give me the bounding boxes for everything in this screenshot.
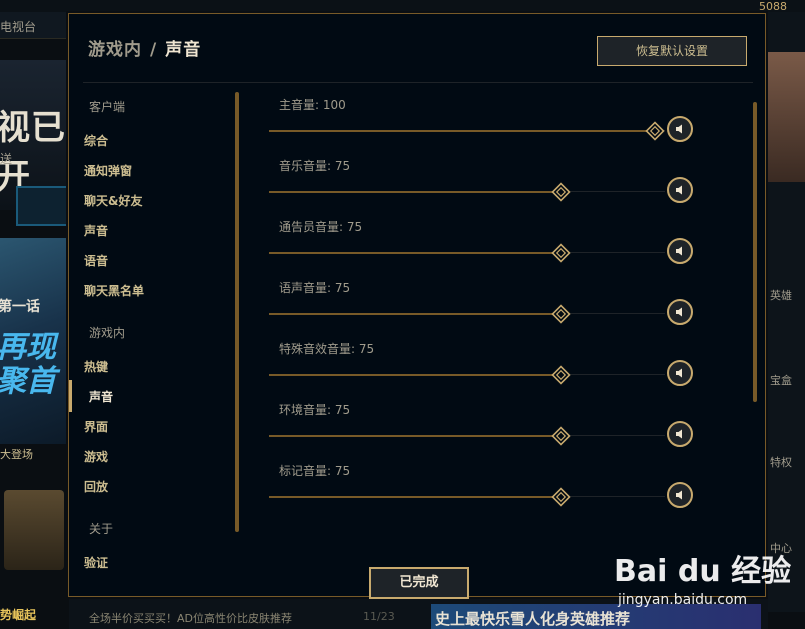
sidebar-item-interface[interactable]: 界面 [84, 418, 108, 435]
slider-thumb[interactable] [551, 243, 571, 263]
news-page: 11/23 [363, 610, 395, 623]
slider-thumb[interactable] [551, 365, 571, 385]
content-scrollbar[interactable] [753, 102, 757, 402]
promo-line-1: 第一话 [0, 299, 40, 315]
sidebar-active-indicator [69, 380, 72, 412]
sidebar-item-verify[interactable]: 验证 [84, 554, 108, 571]
done-button[interactable]: 已完成 [369, 567, 469, 599]
volume-row: 语声音量: 75 [269, 279, 699, 329]
slider-fill [269, 191, 561, 193]
sidebar-item-hotkeys[interactable]: 热键 [84, 358, 108, 375]
promo-caption: 大登场 [0, 448, 33, 461]
volume-label: 音乐音量: 75 [279, 159, 351, 173]
sidebar-scrollbar[interactable] [235, 92, 239, 532]
client-right-panel: 英雄 宝盒 特权 中心 [768, 12, 805, 612]
volume-row: 环境音量: 75 [269, 401, 699, 451]
settings-sidebar: 客户端 综合 通知弹窗 聊天&好友 声音 语音 聊天黑名单 游戏内 热键 声音 … [69, 92, 244, 570]
speaker-icon[interactable] [667, 299, 693, 325]
right-label-chest[interactable]: 宝盒 [770, 372, 792, 388]
speaker-icon[interactable] [667, 482, 693, 508]
right-label-perks[interactable]: 特权 [770, 454, 792, 470]
sidebar-item-chat-friends[interactable]: 聊天&好友 [84, 192, 142, 209]
slider-thumb[interactable] [551, 487, 571, 507]
slider-thumb[interactable] [645, 121, 665, 141]
news-left[interactable]: 全场半价买买买！AD位高性价比皮肤推荐 [89, 610, 292, 626]
client-nav: 电视台 [0, 12, 69, 39]
breadcrumb-parent: 游戏内 [88, 40, 142, 60]
header-divider [83, 82, 753, 83]
volume-row: 特殊音效音量: 75 [269, 340, 699, 390]
volume-slider[interactable] [269, 242, 665, 263]
promo-banner[interactable]: 第一话 再现 聚首 大登场 [0, 238, 69, 461]
left-footer-text: 势崛起 [0, 608, 37, 622]
slider-fill [269, 313, 561, 315]
sidebar-item-general[interactable]: 综合 [84, 132, 108, 149]
promo-line-3: 聚首 [0, 364, 56, 399]
speaker-icon[interactable] [667, 421, 693, 447]
promo-thumbnail[interactable] [4, 490, 64, 570]
slider-fill [269, 435, 561, 437]
volume-row: 音乐音量: 75 [269, 157, 699, 207]
slider-thumb[interactable] [551, 182, 571, 202]
volume-slider[interactable] [269, 486, 665, 507]
watermark-url: jingyan.baidu.com [618, 592, 748, 608]
banner-button[interactable] [16, 186, 73, 226]
volume-slider[interactable] [269, 303, 665, 324]
sidebar-section-client: 客户端 [89, 100, 126, 114]
volume-row: 通告员音量: 75 [269, 218, 699, 268]
slider-fill [269, 496, 561, 498]
breadcrumb-current: 声音 [165, 40, 202, 60]
volume-slider[interactable] [269, 120, 665, 141]
watermark-logo: Bai du 经验 [614, 554, 792, 589]
breadcrumb-separator: / [150, 40, 158, 60]
sidebar-item-notifications[interactable]: 通知弹窗 [84, 162, 132, 179]
volume-slider[interactable] [269, 181, 665, 202]
banner-subtext: 送 [0, 152, 13, 166]
speaker-icon[interactable] [667, 177, 693, 203]
volume-slider[interactable] [269, 425, 665, 446]
speaker-icon[interactable] [667, 360, 693, 386]
slider-fill [269, 130, 655, 132]
banner-heading: 视已开 [0, 108, 66, 197]
client-nav-label[interactable]: 电视台 [0, 18, 36, 35]
sidebar-item-blocklist[interactable]: 聊天黑名单 [84, 282, 144, 299]
sidebar-item-replays[interactable]: 回放 [84, 478, 108, 495]
volume-label: 特殊音效音量: 75 [279, 342, 375, 356]
restore-defaults-button[interactable]: 恢复默认设置 [597, 36, 747, 66]
slider-fill [269, 374, 561, 376]
speaker-icon[interactable] [667, 116, 693, 142]
sidebar-section-about: 关于 [89, 522, 114, 536]
volume-slider[interactable] [269, 364, 665, 385]
volume-label: 环境音量: 75 [279, 403, 351, 417]
volume-label: 通告员音量: 75 [279, 220, 363, 234]
sidebar-item-voice[interactable]: 语音 [84, 252, 108, 269]
right-label-heroes[interactable]: 英雄 [770, 287, 792, 303]
news-right-text: 史上最快乐雪人化身英雄推荐 [435, 610, 631, 628]
slider-thumb[interactable] [551, 426, 571, 446]
sidebar-item-game[interactable]: 游戏 [84, 448, 108, 465]
volume-label: 主音量: 100 [279, 98, 346, 112]
sidebar-item-ingame-sound[interactable]: 声音 [89, 388, 113, 405]
volume-row: 主音量: 100 [269, 96, 699, 146]
volume-settings-list: 主音量: 100 音乐音量: 75 通告员音量: 75 语声音量: 75 特殊音效音量:… [269, 92, 749, 532]
slider-fill [269, 252, 561, 254]
slider-thumb[interactable] [551, 304, 571, 324]
player-portrait[interactable] [768, 52, 805, 182]
baidu-watermark: Bai du 经验 jingyan.baidu.com [614, 540, 794, 610]
page-title: 游戏内 / 声音 [88, 35, 201, 60]
volume-label: 语声音量: 75 [279, 281, 351, 295]
client-top-bar: 5088 [0, 0, 805, 13]
volume-label: 标记音量: 75 [279, 464, 351, 478]
sidebar-section-ingame: 游戏内 [89, 326, 126, 340]
volume-row: 标记音量: 75 [269, 462, 699, 512]
speaker-icon[interactable] [667, 238, 693, 264]
sidebar-item-client-sound[interactable]: 声音 [84, 222, 108, 239]
settings-modal: 游戏内 / 声音 恢复默认设置 客户端 综合 通知弹窗 聊天&好友 声音 语音 聊天… [68, 13, 766, 599]
